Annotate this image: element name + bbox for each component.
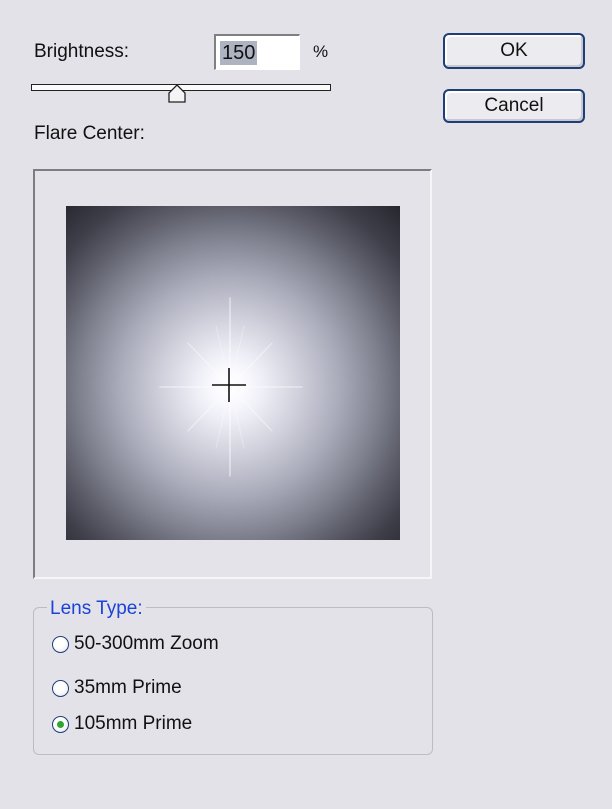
radio-button[interactable]	[52, 635, 69, 653]
lens-option-105mm-prime[interactable]: 105mm Prime	[52, 711, 192, 737]
crosshair-icon[interactable]	[212, 368, 246, 402]
ok-button[interactable]: OK	[443, 33, 585, 69]
brightness-label: Brightness:	[34, 41, 130, 62]
radio-button-selected[interactable]	[52, 715, 69, 733]
lens-option-label: 35mm Prime	[74, 677, 182, 698]
flare-center-label: Flare Center:	[34, 123, 145, 144]
radio-button[interactable]	[52, 679, 69, 697]
brightness-input[interactable]: 150	[214, 34, 300, 70]
lens-type-legend: Lens Type:	[47, 598, 146, 620]
lens-option-label: 50-300mm Zoom	[74, 633, 219, 654]
brightness-slider-thumb[interactable]	[167, 84, 187, 104]
cancel-button[interactable]: Cancel	[443, 89, 585, 123]
lens-option-label: 105mm Prime	[74, 713, 193, 734]
brightness-value: 150	[220, 41, 258, 65]
percent-label: %	[313, 42, 329, 61]
lens-option-35mm-prime[interactable]: 35mm Prime	[52, 675, 182, 701]
lens-option-50-300mm-zoom[interactable]: 50-300mm Zoom	[52, 631, 219, 657]
